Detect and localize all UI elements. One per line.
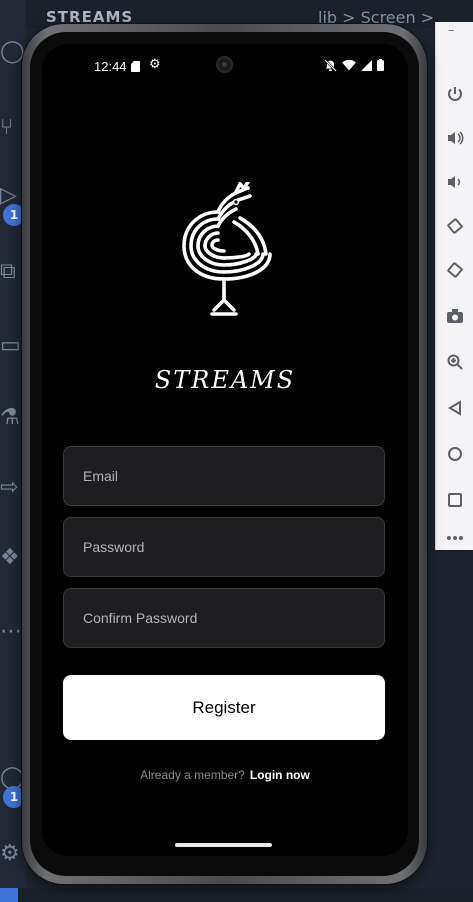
overview-icon[interactable] <box>436 480 473 520</box>
camera-icon[interactable] <box>436 296 473 336</box>
power-icon[interactable] <box>436 74 473 114</box>
status-icons <box>324 58 384 72</box>
phone-screen: 12:44 ⚙ STREAMS Email Register Already a… <box>42 44 408 856</box>
wifi-icon <box>342 59 356 71</box>
battery-icon <box>377 59 384 71</box>
login-row: Already a member? Login now <box>42 768 408 782</box>
emulator-toolbar: – <box>435 22 473 550</box>
minimize-icon[interactable]: – <box>448 24 462 38</box>
front-camera <box>216 56 233 73</box>
ide-status-bar <box>0 888 473 902</box>
email-field-container <box>63 446 385 506</box>
password-field[interactable] <box>64 518 384 576</box>
settings-notification-icon: ⚙ <box>149 57 161 72</box>
home-icon[interactable] <box>436 434 473 474</box>
login-now-link[interactable]: Login now <box>250 768 310 782</box>
back-icon[interactable] <box>436 388 473 428</box>
home-indicator[interactable] <box>175 843 272 847</box>
rotate-left-icon[interactable] <box>436 206 473 246</box>
password-field-container <box>63 517 385 577</box>
volume-up-icon[interactable] <box>436 118 473 158</box>
confirm-password-field[interactable] <box>64 589 384 647</box>
volume-down-icon[interactable] <box>436 162 473 202</box>
confirm-password-field-container <box>63 588 385 648</box>
register-button[interactable]: Register <box>63 675 385 740</box>
notifications-off-icon <box>324 58 337 72</box>
more-options-icon[interactable] <box>436 520 473 550</box>
zoom-icon[interactable] <box>436 342 473 382</box>
remote-indicator[interactable] <box>0 888 18 902</box>
signal-icon <box>361 59 372 71</box>
login-prompt: Already a member? <box>140 768 245 782</box>
sim-card-icon <box>131 61 140 72</box>
app-title: STREAMS <box>154 366 296 394</box>
status-time: 12:44 <box>94 59 127 74</box>
rotate-right-icon[interactable] <box>436 250 473 290</box>
email-field[interactable] <box>64 447 384 505</box>
rooster-logo <box>182 182 272 316</box>
